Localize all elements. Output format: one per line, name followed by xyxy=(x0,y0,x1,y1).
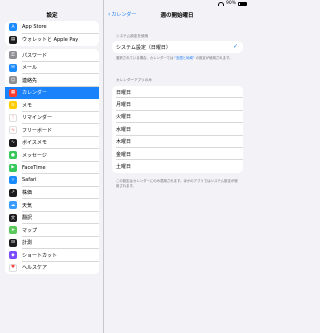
sidebar-item[interactable]: ⚿ パスワード xyxy=(5,49,99,62)
maps-icon: ➤ xyxy=(9,226,17,235)
measure-icon: ⊟ xyxy=(9,238,17,247)
sidebar-item-label: パスワード xyxy=(22,52,48,59)
sidebar-item[interactable]: ✧ Safari xyxy=(5,174,99,187)
sidebar-item-label: ヘルスケア xyxy=(22,265,48,272)
sidebar-item[interactable]: ♥ ヘルスケア xyxy=(5,262,99,275)
section-header-calendar-only: カレンダーアプリのみ xyxy=(116,78,152,82)
weekday-option[interactable]: 土曜日 xyxy=(112,160,243,172)
messages-icon: ● xyxy=(9,151,17,160)
footnote-text: 選択されている場合、カレンダーでは xyxy=(116,56,175,60)
sidebar-item-label: マップ xyxy=(22,227,38,234)
sidebar-item-label: 連絡先 xyxy=(22,77,38,84)
sidebar-item-label: 計測 xyxy=(22,240,33,247)
weekday-option[interactable]: 木曜日 xyxy=(112,136,243,149)
weather-icon: ☁ xyxy=(9,201,17,210)
weekday-option[interactable]: 水曜日 xyxy=(112,123,243,136)
weekday-label: 金曜日 xyxy=(116,151,132,158)
page-title: 週の開始曜日 xyxy=(160,13,194,19)
sidebar-item-label: ウォレットと Apple Pay xyxy=(22,37,79,44)
shortcuts-icon: ◆ xyxy=(9,251,17,260)
section-header-system: システム設定を使用 xyxy=(116,34,149,38)
system-setting-option[interactable]: システム設定（日曜日） ✓ xyxy=(112,41,243,53)
sidebar-item[interactable]: ◆ ショートカット xyxy=(5,249,99,262)
sidebar-item[interactable]: ➤ マップ xyxy=(5,224,99,237)
weekday-option[interactable]: 金曜日 xyxy=(112,148,243,161)
weekday-label: 木曜日 xyxy=(116,139,132,146)
weekday-label: 土曜日 xyxy=(116,164,132,171)
key-icon: ⚿ xyxy=(9,51,17,60)
calendar-footnote: この設定はカレンダーにのみ適用されます。ほかのアプリではシステム設定が使用されま… xyxy=(116,179,238,188)
sidebar-item[interactable]: ▦ カレンダー xyxy=(5,86,99,99)
notes-icon: ≡ xyxy=(9,101,17,110)
sidebar-title: 設定 xyxy=(46,13,58,19)
sidebar-item[interactable]: A App Store xyxy=(5,21,99,34)
weekday-option[interactable]: 火曜日 xyxy=(112,111,243,124)
sidebar-item[interactable]: ∿ ボイスメモ xyxy=(5,137,99,150)
health-icon: ♥ xyxy=(9,263,17,272)
mail-icon: ✉ xyxy=(9,63,17,72)
sidebar-item-label: ボイスメモ xyxy=(22,140,47,147)
sidebar-item-label: App Store xyxy=(22,24,47,31)
sidebar-item-label: メール xyxy=(22,65,38,72)
translate-icon: 文 xyxy=(9,213,17,222)
weekday-list: 日曜日月曜日火曜日水曜日木曜日金曜日土曜日 xyxy=(112,86,243,173)
calendar-icon: ▦ xyxy=(9,88,17,97)
weekday-label: 水曜日 xyxy=(116,126,132,133)
sidebar-item[interactable]: ☁ 天気 xyxy=(5,199,99,212)
footnote-text: の設定が使用されます。 xyxy=(194,56,233,60)
reminders-icon: ⋮ xyxy=(9,113,17,122)
sidebar-item[interactable]: ⊟ 計測 xyxy=(5,237,99,250)
sidebar-item[interactable]: ▶ FaceTime xyxy=(5,162,99,175)
detail-pane: ‹ カレンダー 週の開始曜日 システム設定を使用 システム設定（日曜日） ✓ 選… xyxy=(104,0,250,333)
sidebar-item[interactable]: ≡ メモ xyxy=(5,99,99,112)
sidebar-item[interactable]: ∿ フリーボード xyxy=(5,124,99,137)
sidebar-group-store: A App Store ▤ ウォレットと Apple Pay xyxy=(5,21,99,46)
sidebar-item[interactable]: ☺ 連絡先 xyxy=(5,74,99,87)
facetime-icon: ▶ xyxy=(9,163,17,172)
app-store-icon: A xyxy=(9,23,17,32)
sidebar-group-apps: ⚿ パスワード ✉ メール ☺ 連絡先 ▦ カレンダー ≡ メモ ⋮ リマインダー ∿ フリーボード ∿ ボイ… xyxy=(5,49,99,274)
contacts-icon: ☺ xyxy=(9,76,17,85)
weekday-option[interactable]: 月曜日 xyxy=(112,98,243,112)
sidebar-item-label: 翻訳 xyxy=(22,215,33,222)
sidebar-item-label: リマインダー xyxy=(22,115,53,122)
sidebar-item[interactable]: ▤ ウォレットと Apple Pay xyxy=(5,34,99,47)
safari-icon: ✧ xyxy=(9,176,17,185)
sidebar-item[interactable]: ⋮ リマインダー xyxy=(5,112,99,125)
sidebar-item[interactable]: 文翻訳 xyxy=(5,212,99,225)
sidebar-item-label: 天気 xyxy=(22,202,33,209)
language-region-link[interactable]: "言語と地域" xyxy=(174,56,194,60)
voice-memos-icon: ∿ xyxy=(9,138,17,147)
weekday-label: 日曜日 xyxy=(116,89,132,96)
wallet-icon: ▤ xyxy=(9,35,17,44)
sidebar-item-label: カレンダー xyxy=(22,90,48,97)
stocks-icon: ↗ xyxy=(9,188,17,197)
sidebar-item-label: メモ xyxy=(22,102,33,109)
weekday-option[interactable]: 日曜日 xyxy=(112,86,243,99)
sidebar-item[interactable]: ↗ 株価 xyxy=(5,187,99,200)
sidebar-item-label: フリーボード xyxy=(22,127,53,134)
settings-sidebar: 設定 A App Store ▤ ウォレットと Apple Pay ⚿ パスワード ✉ メー… xyxy=(0,0,104,333)
system-footnote: 選択されている場合、カレンダーでは "言語と地域" の設定が使用されます。 xyxy=(116,56,240,61)
sidebar-item-label: Safari xyxy=(22,177,37,184)
sidebar-item-label: 株価 xyxy=(22,190,33,197)
freeform-icon: ∿ xyxy=(9,126,17,135)
sidebar-item-label: メッセージ xyxy=(22,152,47,159)
weekday-label: 火曜日 xyxy=(116,114,132,121)
system-setting-card: システム設定（日曜日） ✓ xyxy=(112,41,243,54)
sidebar-item[interactable]: ✉ メール xyxy=(5,62,99,75)
system-setting-label: システム設定（日曜日） xyxy=(116,44,171,51)
sidebar-item[interactable]: ● メッセージ xyxy=(5,149,99,162)
sidebar-item-label: ショートカット xyxy=(22,252,58,259)
sidebar-item-label: FaceTime xyxy=(22,164,46,171)
checkmark-icon: ✓ xyxy=(232,43,238,50)
weekday-label: 月曜日 xyxy=(116,102,132,109)
